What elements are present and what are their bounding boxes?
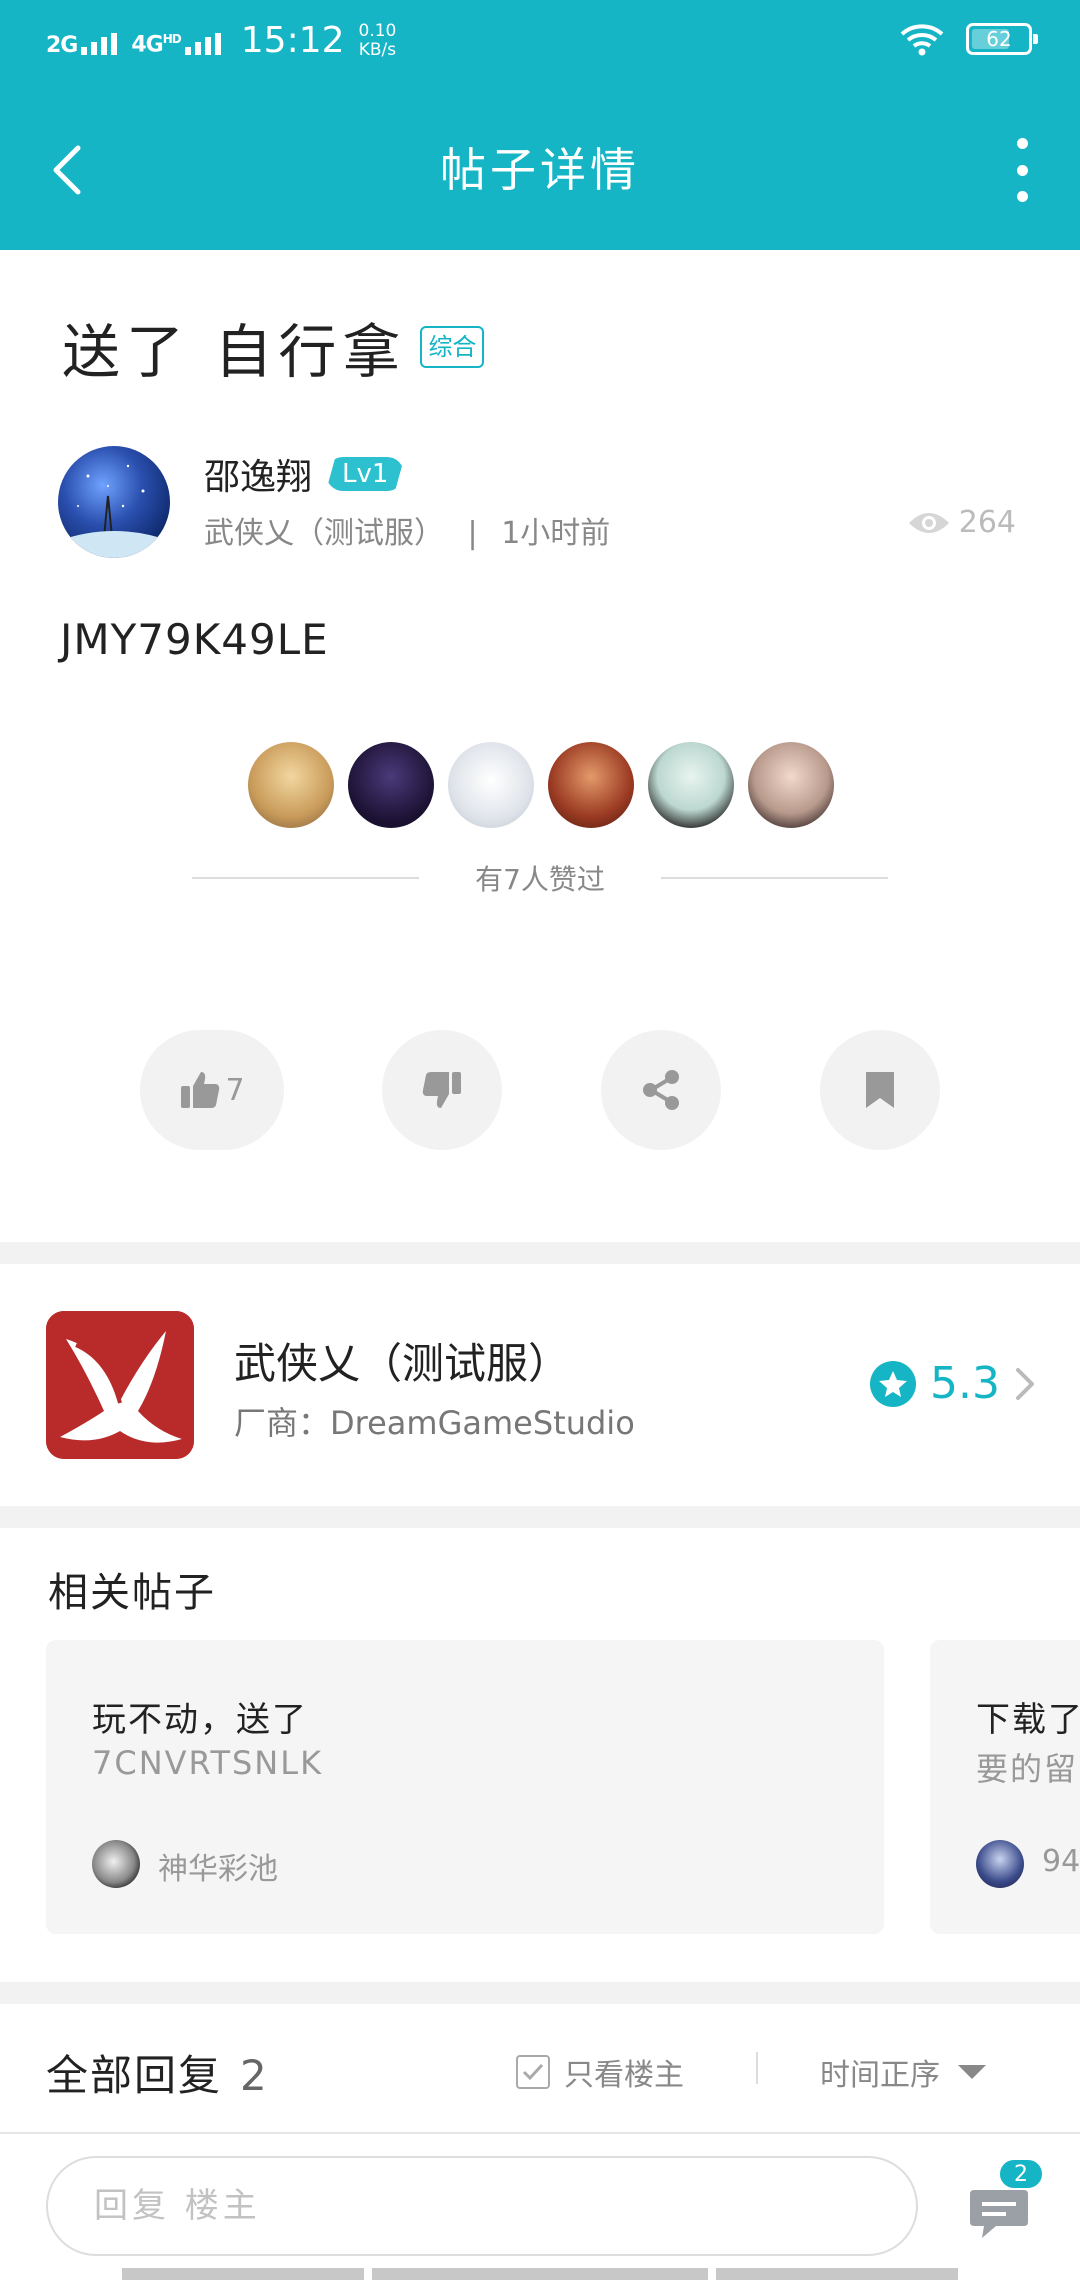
bookmark-icon: [866, 1072, 894, 1108]
liker-avatar[interactable]: [248, 742, 334, 828]
view-count: 264: [907, 505, 1016, 540]
checkbox-icon[interactable]: [516, 2055, 550, 2089]
signal-2g: 2G: [46, 27, 118, 56]
liker-avatar[interactable]: [448, 742, 534, 828]
post-actions: 7: [0, 1030, 1080, 1150]
related-post-snippet: 要的留: [976, 1750, 1079, 1788]
liker-avatar[interactable]: [348, 742, 434, 828]
section-divider: [0, 1506, 1080, 1528]
caret-down-icon: [958, 2065, 986, 2079]
related-post-title: 下载了: [976, 1700, 1080, 1740]
category-tag[interactable]: 综合: [420, 326, 485, 368]
thumbs-down-icon: [422, 1072, 461, 1108]
post-meta: 武侠乂（测试服） | 1小时前: [204, 508, 610, 552]
author-info: 邵逸翔 Lv1: [204, 448, 405, 500]
avatar: [92, 1840, 140, 1888]
related-post-title: 玩不动，送了: [92, 1700, 308, 1740]
replies-heading: 全部回复 2: [46, 2051, 269, 2100]
like-button[interactable]: 7: [140, 1030, 284, 1150]
signal-4g: 4GHD: [131, 27, 221, 56]
signal-bars-icon: [81, 32, 118, 55]
related-post-snippet: 7CNVRTSNLK: [92, 1744, 324, 1782]
more-vertical-icon[interactable]: [1010, 138, 1034, 202]
post-game: 武侠乂（测试服）: [204, 516, 444, 551]
avatar: [976, 1840, 1024, 1888]
chevron-right-icon: [1016, 1367, 1034, 1400]
comment-icon[interactable]: [966, 2184, 1032, 2244]
liker-avatar[interactable]: [648, 742, 734, 828]
wifi-icon: [900, 24, 944, 56]
share-button[interactable]: [601, 1030, 721, 1150]
network-speed: 0.10 KB/s: [358, 20, 397, 60]
post-time: 1小时前: [501, 516, 611, 551]
game-icon[interactable]: [46, 1311, 194, 1459]
game-name: 武侠乂（测试服）: [234, 1339, 571, 1388]
liker-avatars[interactable]: [248, 742, 834, 828]
game-vendor: 厂商：DreamGameStudio: [234, 1404, 635, 1442]
nav-gesture-bar: [0, 2268, 1080, 2280]
status-bar: 2G 4GHD 15:12 0.10 KB/s 62: [0, 0, 1080, 80]
related-post-user: 94: [1042, 1844, 1080, 1879]
author-avatar[interactable]: [58, 446, 170, 558]
level-badge: Lv1: [326, 457, 405, 491]
dislike-button[interactable]: [382, 1030, 502, 1150]
clock: 15:12: [240, 20, 345, 61]
share-icon: [643, 1070, 679, 1110]
thumbs-up-icon: [181, 1072, 220, 1108]
signal-bars-icon: [184, 32, 221, 55]
reply-input[interactable]: [46, 2156, 918, 2256]
post-detail-screen: 2G 4GHD 15:12 0.10 KB/s 62 帖子详情 送了 自行拿 综…: [0, 0, 1080, 2280]
reply-count: 2: [240, 2051, 269, 2100]
liker-avatar[interactable]: [748, 742, 834, 828]
divider: [756, 2052, 758, 2084]
eye-icon: [908, 512, 949, 533]
star-icon: [870, 1360, 917, 1407]
game-rating: 5.3: [870, 1358, 1036, 1409]
post-content: JMY79K49LE: [60, 615, 329, 664]
related-post-card[interactable]: 玩不动，送了 7CNVRTSNLK 神华彩池: [46, 1640, 884, 1934]
related-post-card[interactable]: 下载了 要的留 94: [930, 1640, 1080, 1934]
comment-count-badge: 2: [998, 2158, 1044, 2190]
related-heading: 相关帖子: [48, 1570, 216, 1616]
section-divider: [0, 1242, 1080, 1264]
battery-icon: 62: [966, 23, 1038, 55]
post-title: 送了 自行拿 综合: [62, 305, 485, 389]
meta-separator: |: [467, 516, 478, 551]
section-divider: [0, 1982, 1080, 2004]
bookmark-button[interactable]: [820, 1030, 940, 1150]
bottom-bar: 2: [0, 2132, 1080, 2280]
liker-avatar[interactable]: [548, 742, 634, 828]
liked-summary: 有7人赞过: [192, 860, 889, 896]
sort-dropdown[interactable]: 时间正序: [820, 2050, 986, 2094]
top-bar: 2G 4GHD 15:12 0.10 KB/s 62 帖子详情: [0, 0, 1080, 250]
related-post-user: 神华彩池: [158, 1852, 278, 1887]
author-name[interactable]: 邵逸翔: [204, 448, 312, 500]
only-op-toggle[interactable]: 只看楼主: [516, 2050, 684, 2094]
app-bar: 帖子详情: [0, 110, 1080, 230]
page-title: 帖子详情: [440, 143, 640, 197]
